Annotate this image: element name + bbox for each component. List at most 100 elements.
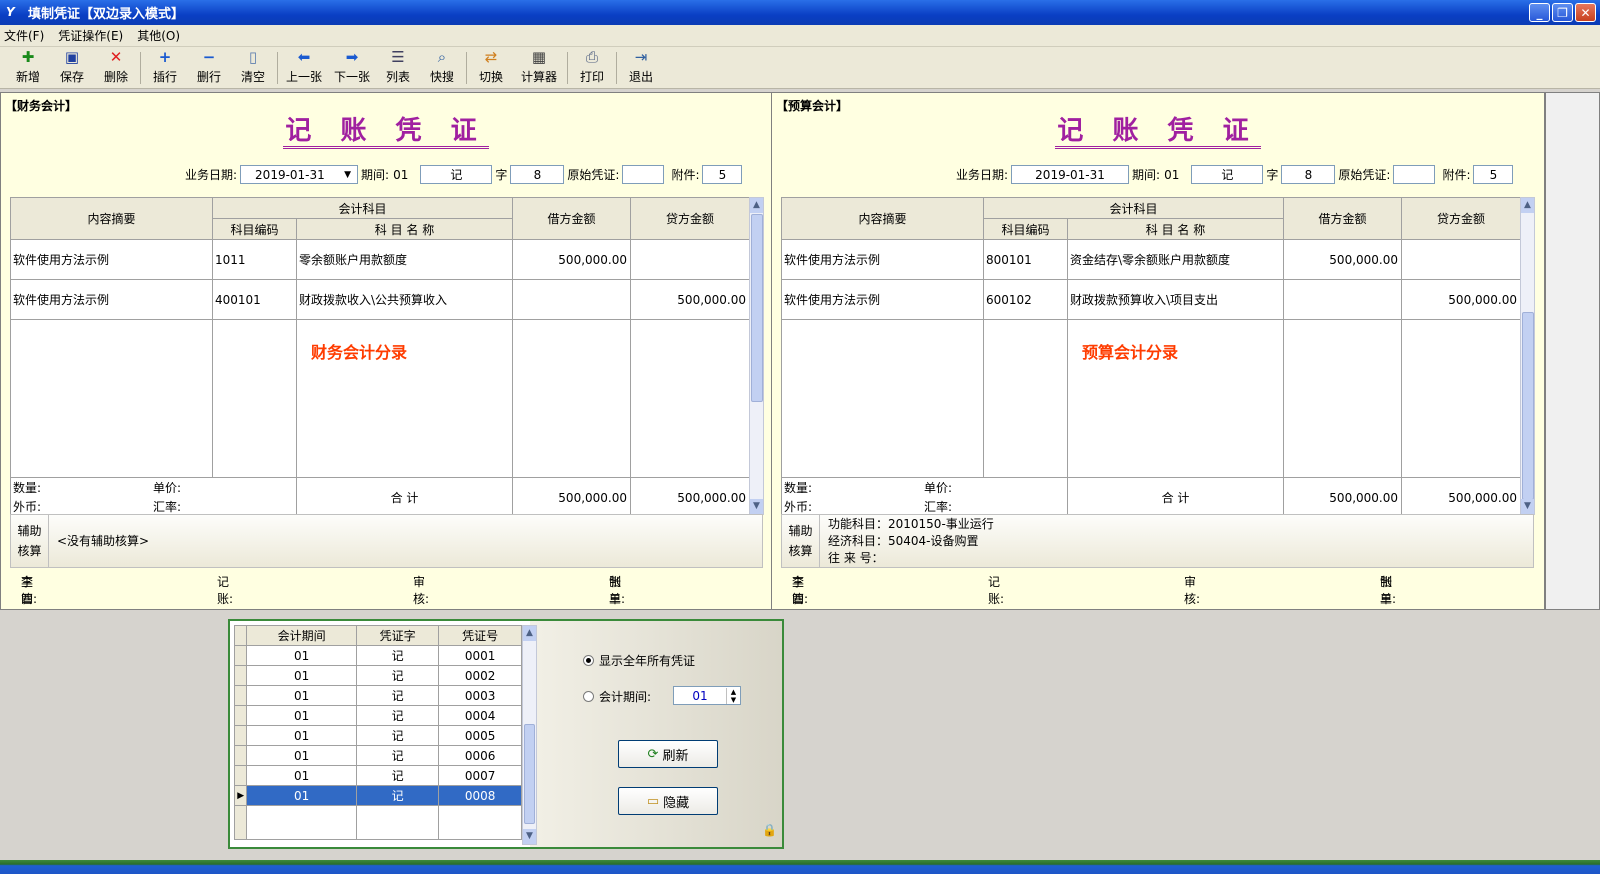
list-item[interactable]: 01 记 0006 xyxy=(233,745,522,766)
original-voucher-field[interactable] xyxy=(622,165,665,184)
total-debit: 500,000.00 xyxy=(1283,477,1403,518)
grid-scrollbar[interactable]: ▲ ▼ xyxy=(1520,197,1535,515)
scroll-down-icon[interactable]: ▼ xyxy=(1521,499,1534,514)
lock-icon[interactable]: 🔒 xyxy=(762,823,777,837)
list-scrollbar[interactable]: ▲ ▼ xyxy=(522,625,537,845)
voucher-title: 记 账 凭 证 xyxy=(1,110,771,149)
table-row[interactable]: 软件使用方法示例 400101 财政拨款收入\公共预算收入 500,000.00 xyxy=(10,279,751,320)
next-button[interactable]: ➡ 下一张 xyxy=(328,48,376,88)
attachments-field[interactable]: 5 xyxy=(1473,165,1514,184)
list-item-selected[interactable]: ▶ 01 记 0008 xyxy=(233,785,522,806)
window-title: 填制凭证【双边录入模式】 xyxy=(28,7,185,22)
finance-entry-annotation: 财务会计分录 xyxy=(311,343,408,362)
voucher-word-field[interactable]: 记 xyxy=(420,165,493,184)
quick-search-button[interactable]: ⌕ 快搜 xyxy=(420,48,464,88)
scroll-up-icon[interactable]: ▲ xyxy=(750,198,763,213)
list-item[interactable]: 01 记 0003 xyxy=(233,685,522,706)
show-all-radio[interactable]: 显示全年所有凭证 xyxy=(583,652,695,669)
toolbar-separator xyxy=(567,52,568,84)
auxiliary-accounting: 辅助 核算 <没有辅助核算> xyxy=(10,514,763,568)
folder-icon: ▭ xyxy=(646,793,660,809)
list-item[interactable]: 01 记 0004 xyxy=(233,705,522,726)
close-button[interactable]: ✕ xyxy=(1575,3,1596,22)
list-item[interactable]: 01 记 0002 xyxy=(233,665,522,686)
list-item[interactable] xyxy=(233,805,522,840)
list-button[interactable]: ☰ 列表 xyxy=(376,48,420,88)
scroll-up-icon[interactable]: ▲ xyxy=(523,626,536,641)
red-x-icon: ✕ xyxy=(109,48,123,66)
scroll-down-icon[interactable]: ▼ xyxy=(750,499,763,514)
exit-door-icon: ⇥ xyxy=(634,48,648,66)
biz-date-field[interactable]: 2019-01-31 xyxy=(1011,165,1130,184)
total-row: 数量: 单价: 外币: 汇率: 合 计 500,000.00 500,000.00 xyxy=(10,477,751,518)
scroll-down-icon[interactable]: ▼ xyxy=(523,829,536,844)
attachments-field[interactable]: 5 xyxy=(702,165,743,184)
add-doc-icon: ✚ xyxy=(21,48,35,66)
list-item[interactable]: 01 记 0005 xyxy=(233,725,522,746)
floppy-icon: ▣ xyxy=(64,48,80,66)
stepper-arrows-icon[interactable]: ▲ ▼ xyxy=(726,687,740,704)
list-icon: ☰ xyxy=(391,48,405,66)
radio-unchecked-icon xyxy=(583,691,594,702)
radio-checked-icon xyxy=(583,655,594,666)
total-credit: 500,000.00 xyxy=(630,477,751,518)
period-radio[interactable]: 会计期间: xyxy=(583,688,651,705)
arrow-left-icon: ⬅ xyxy=(297,48,311,66)
add-button[interactable]: ✚ 新增 xyxy=(6,48,50,88)
refresh-button[interactable]: ⟳ 刷新 xyxy=(618,740,718,768)
magnifier-icon: ⌕ xyxy=(437,48,447,66)
table-row[interactable]: 软件使用方法示例 1011 零余额账户用款额度 500,000.00 xyxy=(10,239,751,280)
table-row[interactable]: 软件使用方法示例 600102 财政拨款预算收入\项目支出 500,000.00 xyxy=(781,279,1522,320)
minimize-button[interactable]: _ xyxy=(1529,3,1550,22)
scroll-thumb[interactable] xyxy=(524,724,535,824)
calculator-icon: ▦ xyxy=(531,48,547,66)
voucher-number-field[interactable]: 8 xyxy=(1281,165,1336,184)
voucher-header: 业务日期: 2019-01-31 期间: 01 记 字 8 原始凭证: 附件: 5 xyxy=(956,165,1516,184)
hide-button[interactable]: ▭ 隐藏 xyxy=(618,787,718,815)
menu-voucher-ops[interactable]: 凭证操作(E) xyxy=(58,27,123,44)
scroll-up-icon[interactable]: ▲ xyxy=(1521,198,1534,213)
toolbar-separator xyxy=(277,52,278,84)
table-row[interactable]: 软件使用方法示例 800101 资金结存\零余额账户用款额度 500,000.00 xyxy=(781,239,1522,280)
calculator-button[interactable]: ▦ 计算器 xyxy=(513,48,565,88)
total-credit: 500,000.00 xyxy=(1401,477,1522,518)
toolbar-separator xyxy=(616,52,617,84)
prev-button[interactable]: ⬅ 上一张 xyxy=(280,48,328,88)
voucher-word-field[interactable]: 记 xyxy=(1191,165,1264,184)
insert-row-button[interactable]: + 插行 xyxy=(143,48,187,88)
period-stepper[interactable]: 01 ▲ ▼ xyxy=(673,686,741,705)
printer-icon: ⎙ xyxy=(585,48,598,66)
exit-button[interactable]: ⇥ 退出 xyxy=(619,48,663,88)
total-row: 数量: 单价: 外币: 汇率: 合 计 500,000.00 500,000.00 xyxy=(781,477,1522,518)
finance-voucher-panel: 【财务会计】 记 账 凭 证 业务日期: 2019-01-31 ▼ 期间: 01 记… xyxy=(0,92,772,610)
restore-button[interactable]: ❐ xyxy=(1552,3,1573,22)
switch-button[interactable]: ⇄ 切换 xyxy=(469,48,513,88)
taskbar xyxy=(0,860,1600,874)
scroll-thumb[interactable] xyxy=(751,214,763,402)
minus-icon: − xyxy=(202,48,216,66)
voucher-header: 业务日期: 2019-01-31 ▼ 期间: 01 记 字 8 原始凭证: 附件: … xyxy=(185,165,745,184)
toolbar-separator xyxy=(466,52,467,84)
toolbar: ✚ 新增 ▣ 保存 ✕ 删除 + 插行 − 删行 ▯ 清空 ⬅ 上一张 ➡ 下一张 ☰ 列表 ⌕ 快… xyxy=(0,47,1600,89)
auxiliary-accounting: 辅助 核算 功能科目：2010150-事业运行 经济科目：50404-设备购置 往… xyxy=(781,514,1534,568)
voucher-number-field[interactable]: 8 xyxy=(510,165,565,184)
save-button[interactable]: ▣ 保存 xyxy=(50,48,94,88)
delete-row-button[interactable]: − 删行 xyxy=(187,48,231,88)
original-voucher-field[interactable] xyxy=(1393,165,1436,184)
menu-bar: 文件(F) 凭证操作(E) 其他(O) xyxy=(0,25,1600,47)
right-edge-panel xyxy=(1545,92,1600,610)
scroll-thumb[interactable] xyxy=(1522,312,1534,500)
arrow-right-icon: ➡ xyxy=(345,48,359,66)
budget-entry-annotation: 预算会计分录 xyxy=(1082,343,1179,362)
menu-file[interactable]: 文件(F) xyxy=(4,27,44,44)
voucher-list-panel: 会计期间 凭证字 凭证号 01 记 0001 01 记 0002 01 记 0003 01 记 00… xyxy=(228,619,784,849)
delete-button[interactable]: ✕ 删除 xyxy=(94,48,138,88)
grid-scrollbar[interactable]: ▲ ▼ xyxy=(749,197,764,515)
list-item[interactable]: 01 记 0007 xyxy=(233,765,522,786)
clear-button[interactable]: ▯ 清空 xyxy=(231,48,275,88)
menu-other[interactable]: 其他(O) xyxy=(137,27,180,44)
plus-icon: + xyxy=(158,48,172,66)
list-item[interactable]: 01 记 0001 xyxy=(233,645,522,666)
print-button[interactable]: ⎙ 打印 xyxy=(570,48,614,88)
biz-date-picker[interactable]: 2019-01-31 ▼ xyxy=(240,165,359,184)
